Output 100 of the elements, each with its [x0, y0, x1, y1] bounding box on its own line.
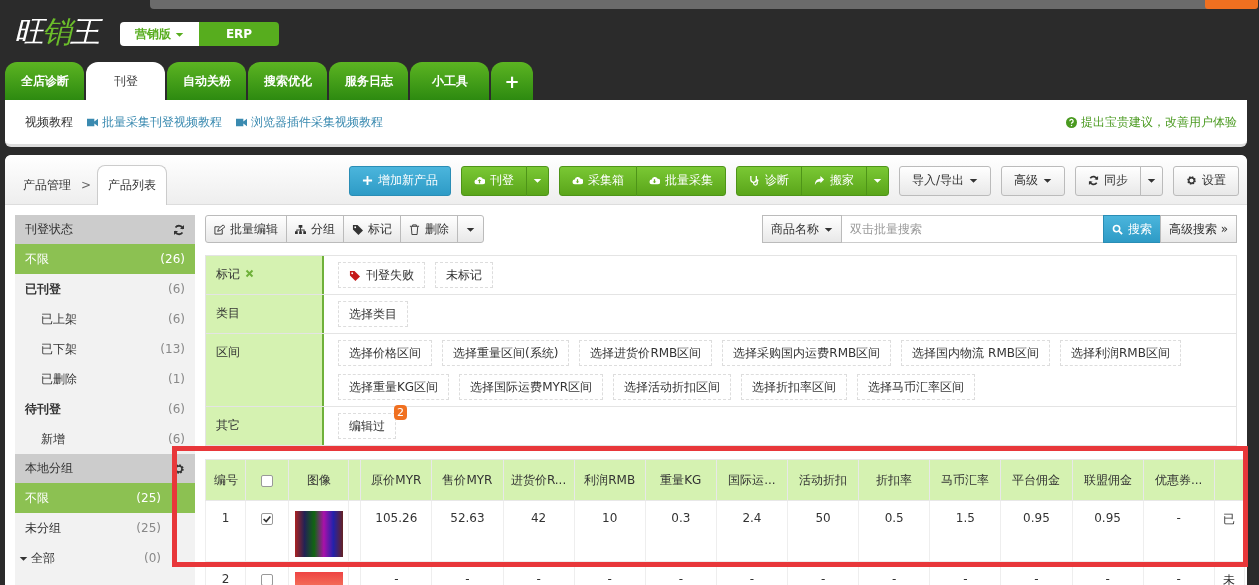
filter-option[interactable]: 选择国际运费MYR区间	[459, 374, 604, 400]
column-header: 联盟佣金	[1072, 459, 1144, 501]
dropdown-toggle[interactable]	[865, 165, 889, 196]
column-header: 重量KG	[645, 459, 717, 501]
filter-option[interactable]: 选择国内物流 RMB区间	[901, 340, 1050, 366]
column-header: 马币汇率	[929, 459, 1001, 501]
breadcrumb-tab[interactable]: 产品管理	[19, 166, 75, 204]
table-cell: 105.26	[360, 500, 432, 562]
sidebar-item[interactable]: 未分组 (25)	[15, 513, 195, 543]
sidebar-item[interactable]: 已上架 (6)	[15, 304, 195, 334]
toolbar-button[interactable]: 设置	[1173, 165, 1239, 196]
settings-icon	[1186, 175, 1197, 186]
close-icon[interactable]	[245, 269, 254, 278]
table-cell: 10	[574, 500, 646, 562]
table-cell: 42	[503, 500, 575, 562]
column-header: 利润RMB	[574, 459, 646, 501]
video-label: 视频教程	[25, 113, 73, 131]
column-header: 平台佣金	[1000, 459, 1072, 501]
sidebar-item[interactable]: 已刊登 (6)	[15, 274, 195, 304]
feedback-link[interactable]: 提出宝贵建议，改善用户体验	[1066, 113, 1237, 131]
filter-option[interactable]: 选择马币汇率区间	[857, 374, 976, 400]
caret-icon	[1043, 176, 1052, 185]
caret-icon	[532, 176, 542, 185]
dropdown-toggle[interactable]	[525, 165, 549, 196]
count-badge: 2	[394, 405, 407, 420]
stethoscope-icon	[748, 175, 760, 186]
column-header: 进货价R...	[503, 459, 575, 501]
video-camera-icon	[87, 116, 98, 128]
plus-icon	[361, 175, 373, 186]
toolbar-button[interactable]: 标记	[343, 215, 401, 243]
filter-option[interactable]: 编辑过	[338, 413, 396, 439]
column-header: 优惠券...	[1143, 459, 1215, 501]
sidebar-item[interactable]: 新增 (6)	[15, 424, 195, 454]
caret-icon	[872, 176, 882, 185]
toolbar-button[interactable]: 同步	[1075, 165, 1141, 196]
field-select[interactable]: 商品名称	[761, 215, 842, 243]
table-cell: 0.95	[1072, 500, 1144, 562]
filter-option[interactable]: 选择类目	[338, 301, 408, 327]
dropdown-toggle[interactable]	[1140, 165, 1163, 196]
filter-option[interactable]: 未标记	[435, 262, 493, 288]
filter-option[interactable]: 选择重量KG区间	[338, 374, 450, 400]
filter-label: 标记	[216, 266, 240, 283]
filter-option[interactable]: 选择活动折扣区间	[613, 374, 732, 400]
sidebar-title: 本地分组	[25, 460, 73, 477]
table-cell: 50	[787, 500, 859, 562]
sidebar-item[interactable]: 已下架 (13)	[15, 334, 195, 364]
edit-icon	[214, 223, 225, 235]
cloud-upload-icon	[473, 175, 485, 186]
toolbar-button[interactable]: 导入/导出	[898, 165, 991, 196]
column-header: 折扣率	[858, 459, 930, 501]
filter-option[interactable]: 选择进货价RMB区间	[579, 340, 713, 366]
cloud-download-icon	[648, 175, 660, 186]
filter-label: 类目	[216, 305, 240, 322]
sidebar-item[interactable]: 全部 (0)	[15, 543, 195, 573]
dropdown-toggle[interactable]	[457, 215, 484, 243]
breadcrumb-tab[interactable]: 产品列表	[97, 165, 168, 205]
search-field[interactable]: 双击批量搜索	[841, 215, 1104, 243]
toolbar-button[interactable]: 删除	[400, 215, 458, 243]
filter-option[interactable]: 选择采购国内运费RMB区间	[722, 340, 892, 366]
sidebar-title: 刊登状态	[25, 221, 73, 238]
toolbar-button[interactable]: 批量编辑	[205, 215, 287, 243]
video-camera-icon	[236, 116, 247, 128]
hierarchy-icon	[295, 223, 306, 235]
help-icon	[1066, 116, 1077, 128]
product-photo	[294, 511, 343, 557]
table-cell: 2.4	[716, 500, 788, 562]
table-cell: 1.5	[929, 500, 1001, 562]
breadcrumb-separator: >	[81, 177, 92, 194]
cloud-download-icon	[571, 175, 583, 186]
toolbar-button[interactable]: 分组	[286, 215, 344, 243]
nav-tab[interactable]: 刊登	[86, 62, 165, 100]
refresh-icon	[1088, 175, 1099, 186]
table-cell: 0.3	[645, 500, 717, 562]
share-arrow-icon	[813, 175, 825, 186]
filter-label: 区间	[216, 344, 240, 361]
checkbox[interactable]	[261, 474, 274, 487]
trash-icon	[409, 223, 420, 235]
filter-option[interactable]: 选择折扣率区间	[741, 374, 848, 400]
checkbox[interactable]	[261, 573, 274, 585]
column-header: 售价MYR	[431, 459, 503, 501]
video-link[interactable]: 浏览器插件采集视频教程	[236, 113, 383, 131]
table-cell: 0.95	[1000, 500, 1072, 562]
column-header: 原价MYR	[360, 459, 432, 501]
toolbar-button[interactable]: 高级	[1001, 165, 1065, 196]
sidebar-item[interactable]: 待刊登 (6)	[15, 394, 195, 424]
advanced-search-button[interactable]: 高级搜索 »	[1159, 215, 1237, 243]
table-cell: 52.63	[431, 500, 503, 562]
column-header: 活动折扣	[787, 459, 859, 501]
video-link[interactable]: 批量采集刊登视频教程	[87, 113, 222, 131]
filter-option[interactable]: 选择价格区间	[338, 340, 432, 366]
tag-icon	[352, 223, 363, 235]
caret-icon	[1147, 176, 1156, 185]
filter-option[interactable]: 选择重量区间(系统)	[442, 340, 570, 366]
refresh-icon[interactable]	[173, 223, 185, 236]
checkbox[interactable]	[261, 512, 274, 525]
column-header: 编号	[205, 459, 246, 501]
filter-option[interactable]: 选择利润RMB区间	[1060, 340, 1181, 366]
filter-label: 其它	[216, 417, 240, 434]
filter-option[interactable]: 刊登失败	[338, 262, 425, 288]
sidebar-item[interactable]: 已删除 (1)	[15, 364, 195, 394]
